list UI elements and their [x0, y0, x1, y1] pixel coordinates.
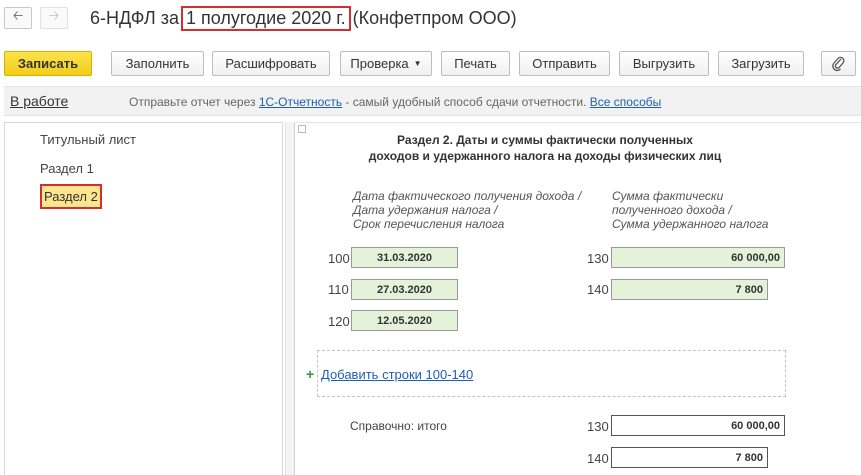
add-rows-link[interactable]: Добавить строки 100-140 [321, 367, 473, 382]
plus-icon[interactable]: + [306, 366, 314, 382]
info-bar: В работе Отправьте отчет через 1С-Отчетн… [4, 86, 861, 116]
section-title-line1: Раздел 2. Даты и суммы фактически получе… [397, 133, 693, 147]
service-link[interactable]: 1С-Отчетность [259, 95, 342, 109]
check-dropdown-button[interactable]: Проверка ▼ [340, 51, 432, 76]
send-button[interactable]: Отправить [519, 51, 610, 76]
row-code-140: 140 [587, 282, 609, 297]
back-button[interactable]: 🡠 [4, 7, 32, 29]
sections-panel: Титульный лист Раздел 1 Раздел 2 [4, 122, 283, 475]
attach-button[interactable] [821, 51, 856, 76]
tax-amount-field[interactable]: 7 800 [611, 279, 768, 300]
row-code-100: 100 [328, 251, 350, 266]
row-code-110: 110 [328, 282, 349, 297]
corner-marker [298, 125, 306, 133]
arrow-left-icon: 🡠 [12, 8, 24, 23]
info-text-after: - самый удобный способ сдачи отчетности. [342, 95, 590, 109]
section-title: Раздел 2. Даты и суммы фактически получе… [335, 132, 755, 164]
row-code-120: 120 [328, 314, 350, 329]
left-col-line3: Срок перечисления налога [353, 217, 505, 231]
total-income-field: 60 000,00 [611, 415, 785, 436]
all-methods-link[interactable]: Все способы [590, 95, 662, 109]
decode-button[interactable]: Расшифровать [212, 51, 330, 76]
row-code-130: 130 [587, 251, 609, 266]
organization-name: (Конфетпром ООО) [352, 8, 517, 28]
status-link[interactable]: В работе [10, 93, 68, 109]
income-date-field[interactable]: 31.03.2020 [351, 247, 458, 268]
right-column-header: Сумма фактически полученного дохода / Су… [612, 189, 768, 231]
tax-transfer-deadline-field[interactable]: 12.05.2020 [351, 310, 458, 331]
caret-down-icon: ▼ [413, 59, 422, 68]
report-period: 1 полугодие 2020 г. [180, 6, 351, 31]
toolbar: Записать Заполнить Расшифровать Проверка… [4, 51, 857, 77]
total-code-140: 140 [587, 451, 609, 466]
section-item-section-1[interactable]: Раздел 1 [40, 161, 94, 176]
income-amount-field[interactable]: 60 000,00 [611, 247, 785, 268]
info-text-before: Отправьте отчет через [129, 95, 259, 109]
section-title-line2: доходов и удержанного налога на доходы ф… [368, 149, 722, 163]
export-button[interactable]: Выгрузить [619, 51, 709, 76]
right-col-line2: полученного дохода / [612, 203, 732, 217]
panel-splitter[interactable] [285, 122, 294, 475]
total-tax-field: 7 800 [611, 447, 768, 468]
report-form: Раздел 2. Даты и суммы фактически получе… [294, 122, 861, 475]
right-col-line1: Сумма фактически [612, 189, 724, 203]
left-col-line1: Дата фактического получения дохода / [353, 189, 582, 203]
forward-button[interactable]: 🡢 [40, 7, 68, 29]
page-title: 6-НДФЛ за 1 полугодие 2020 г. (Конфетпро… [90, 6, 517, 31]
total-code-130: 130 [587, 419, 609, 434]
title-prefix: 6-НДФЛ за [90, 8, 179, 28]
check-label: Проверка [350, 56, 409, 71]
import-button[interactable]: Загрузить [718, 51, 804, 76]
left-column-header: Дата фактического получения дохода / Дат… [353, 189, 581, 231]
tax-withheld-date-field[interactable]: 27.03.2020 [351, 279, 458, 300]
paperclip-icon [831, 56, 844, 71]
print-button[interactable]: Печать [441, 51, 510, 76]
arrow-right-icon: 🡢 [48, 8, 60, 23]
left-col-line2: Дата удержания налога / [353, 203, 498, 217]
right-col-line3: Сумма удержанного налога [612, 217, 769, 231]
reference-total-label: Справочно: итого [350, 419, 447, 433]
section-item-section-2[interactable]: Раздел 2 [40, 184, 102, 209]
fill-button[interactable]: Заполнить [111, 51, 204, 76]
section-item-title-page[interactable]: Титульный лист [40, 132, 136, 147]
save-button[interactable]: Записать [4, 51, 92, 76]
info-message: Отправьте отчет через 1С-Отчетность - са… [129, 95, 661, 109]
